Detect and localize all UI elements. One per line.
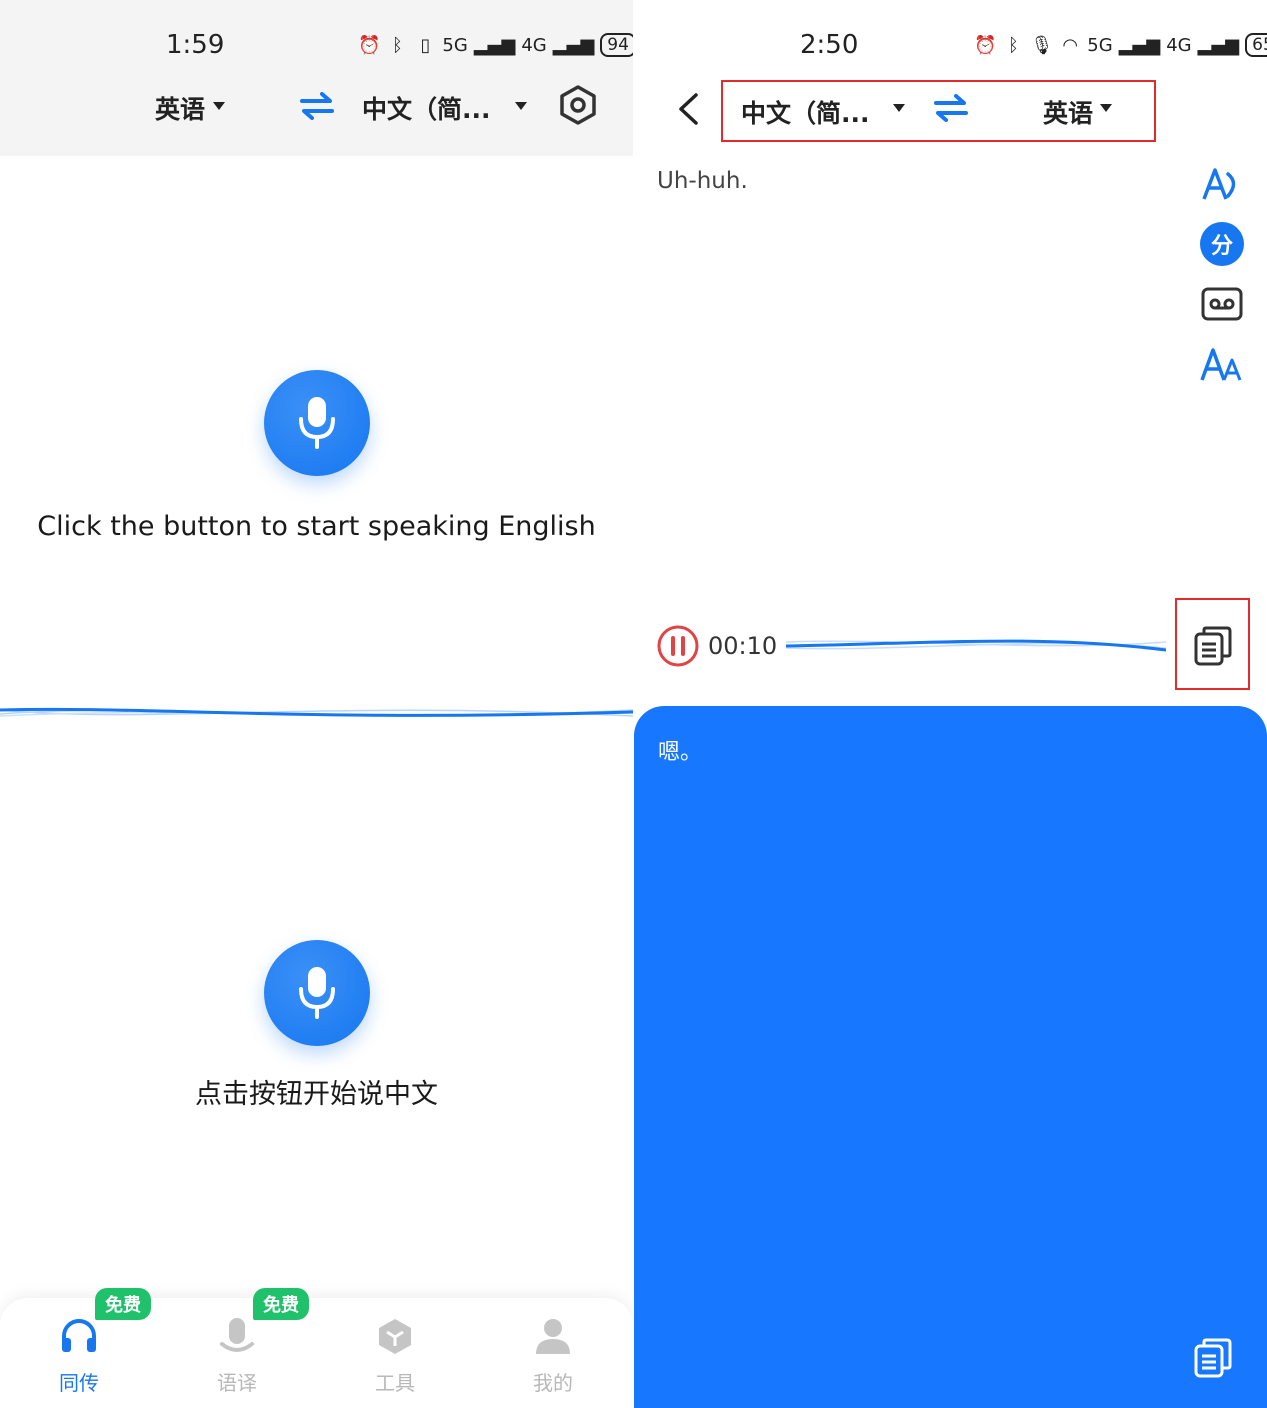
recording-timer: 00:10 — [708, 632, 778, 660]
nav-label: 工具 — [375, 1371, 415, 1395]
right-screen: 2:50 ⏰ ᛒ 🎙 ◠ 5G ▂▄▆ 4G ▂▄▆ 65 中文（简... — [634, 0, 1267, 1408]
auto-language-icon — [1202, 168, 1236, 200]
source-transcript: Uh-huh. — [657, 168, 748, 194]
bottom-nav: 同传 免费 语译 免费 工具 我的 — [0, 1288, 633, 1408]
nav-item-tools[interactable]: 工具 — [316, 1298, 474, 1408]
battery-icon: 94 — [600, 33, 633, 57]
nav-item-voice-translate[interactable]: 语译 免费 — [158, 1288, 316, 1408]
target-language-dropdown-icon — [1100, 104, 1112, 112]
wifi-icon: ◠ — [1062, 34, 1079, 56]
source-language-dropdown-icon — [213, 102, 225, 110]
translate-split-tool[interactable]: 分 — [1198, 220, 1246, 268]
recording-tool[interactable] — [1198, 280, 1246, 328]
status-time: 1:59 — [166, 30, 225, 60]
recording-bar: 00:10 — [634, 598, 1267, 690]
top-header: 1:59 ⏰ ᛒ ▯ 5G ▂▄▆ 4G ▂▄▆ 94 ⚡ 英语 — [0, 0, 633, 156]
status-bar: 1:59 ⏰ ᛒ ▯ 5G ▂▄▆ 4G ▂▄▆ 94 ⚡ — [0, 0, 633, 80]
translation-panel: 嗯。 — [634, 706, 1267, 1408]
signal-icon: ▂▄▆ — [1118, 34, 1161, 56]
net-5g-label: 5G — [442, 34, 468, 56]
source-language-dropdown-icon — [893, 104, 905, 112]
cube-icon — [379, 1319, 411, 1354]
status-bar: 2:50 ⏰ ᛒ 🎙 ◠ 5G ▂▄▆ 4G ▂▄▆ 65 — [634, 0, 1267, 80]
free-badge: 免费 — [95, 1288, 151, 1320]
battery-icon: 65 — [1245, 33, 1267, 57]
headphones-icon — [62, 1319, 96, 1352]
microphone-icon — [299, 397, 335, 449]
back-arrow-icon[interactable] — [676, 92, 700, 126]
divider-wave — [0, 707, 633, 717]
audio-wave — [786, 639, 1166, 652]
status-icons: ⏰ ᛒ ▯ 5G ▂▄▆ 4G ▂▄▆ 94 ⚡ — [358, 33, 633, 57]
copy-translation-icon[interactable] — [1194, 1338, 1232, 1378]
english-prompt: Click the button to start speaking Engli… — [37, 511, 596, 542]
settings-icon[interactable] — [558, 84, 598, 126]
signal-icon: ▂▄▆ — [473, 34, 516, 56]
vibrate-icon: ▯ — [420, 34, 431, 56]
signal-icon: ▂▄▆ — [552, 34, 595, 56]
english-mic-button[interactable] — [264, 370, 370, 476]
swap-languages-icon[interactable] — [300, 92, 334, 120]
translate-split-icon: 分 — [1200, 222, 1244, 266]
source-language-select[interactable]: 中文（简... — [741, 94, 870, 130]
pause-icon[interactable] — [656, 624, 700, 668]
alarm-icon: ⏰ — [358, 34, 381, 56]
user-icon — [536, 1319, 570, 1354]
source-language-select[interactable]: 英语 — [155, 90, 205, 126]
left-screen: 1:59 ⏰ ᛒ ▯ 5G ▂▄▆ 4G ▂▄▆ 94 ⚡ 英语 — [0, 0, 633, 1408]
nav-label: 语译 — [217, 1371, 257, 1395]
bluetooth-icon: ᛒ — [1008, 34, 1019, 56]
nav-label: 同传 — [59, 1371, 99, 1395]
nav-item-simultaneous[interactable]: 同传 免费 — [0, 1288, 158, 1408]
translation-text: 嗯。 — [658, 740, 703, 765]
nav-item-profile[interactable]: 我的 — [474, 1298, 632, 1408]
target-language-select[interactable]: 英语 — [1043, 94, 1093, 130]
microphone-status-icon: 🎙 — [1030, 34, 1054, 56]
target-language-dropdown-icon — [515, 102, 527, 110]
alarm-icon: ⏰ — [974, 34, 997, 56]
target-language-select[interactable]: 中文（简... — [362, 90, 491, 126]
status-time: 2:50 — [800, 30, 859, 60]
auto-translate-tool[interactable] — [1198, 160, 1246, 208]
copy-icon[interactable] — [1194, 626, 1232, 666]
bluetooth-icon: ᛒ — [392, 34, 403, 56]
microphone-icon — [299, 967, 335, 1019]
voice-translate-icon — [220, 1318, 254, 1352]
font-size-tool[interactable] — [1198, 340, 1246, 388]
net-5g-label: 5G — [1087, 34, 1113, 56]
status-icons: ⏰ ᛒ 🎙 ◠ 5G ▂▄▆ 4G ▂▄▆ 65 — [974, 33, 1267, 57]
net-4g-label: 4G — [1166, 34, 1192, 56]
swap-languages-icon[interactable] — [934, 94, 968, 122]
chinese-prompt: 点击按钮开始说中文 — [195, 1079, 438, 1110]
nav-label: 我的 — [533, 1371, 573, 1395]
net-4g-label: 4G — [521, 34, 547, 56]
signal-icon: ▂▄▆ — [1197, 34, 1240, 56]
voicemail-icon — [1201, 287, 1243, 321]
app-root: 1:59 ⏰ ᛒ ▯ 5G ▂▄▆ 4G ▂▄▆ 94 ⚡ 英语 — [0, 0, 1267, 1408]
font-size-icon — [1200, 348, 1242, 381]
chinese-mic-button[interactable] — [264, 940, 370, 1046]
free-badge: 免费 — [253, 1288, 309, 1320]
